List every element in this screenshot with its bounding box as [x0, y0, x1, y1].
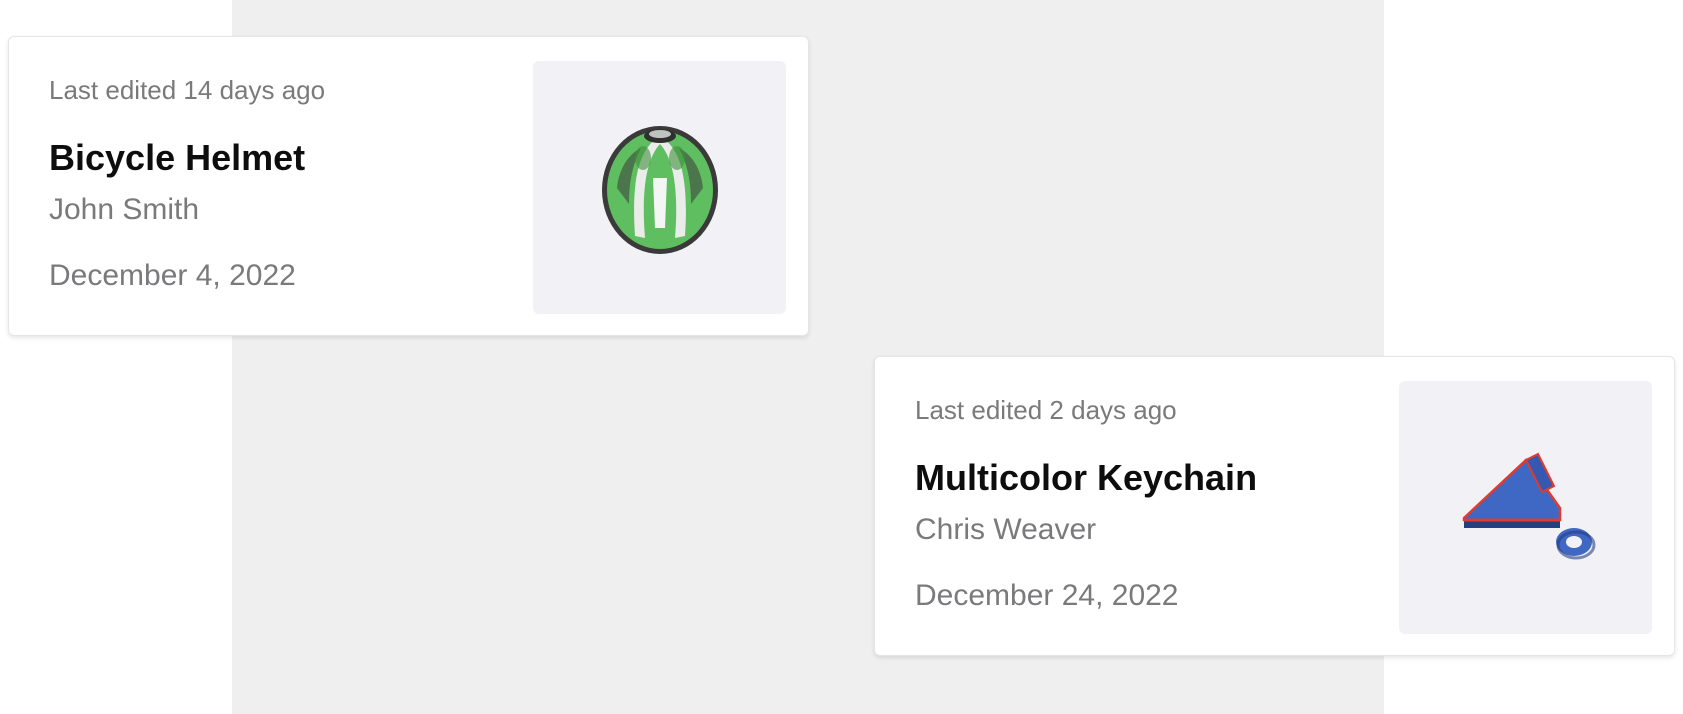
model-author: Chris Weaver: [915, 513, 1097, 546]
model-title: Bicycle Helmet: [49, 137, 306, 178]
model-thumbnail[interactable]: [533, 61, 786, 314]
model-card-multicolor-keychain[interactable]: Last edited 2 days ago Multicolor Keycha…: [874, 356, 1675, 656]
model-date: December 4, 2022: [49, 259, 296, 292]
model-card-bicycle-helmet[interactable]: Last edited 14 days ago Bicycle Helmet J…: [8, 36, 809, 336]
keychain-icon: [1462, 452, 1595, 559]
model-date: December 24, 2022: [915, 579, 1179, 612]
last-edited-label: Last edited 2 days ago: [915, 395, 1177, 425]
model-thumbnail[interactable]: [1399, 381, 1652, 634]
model-title: Multicolor Keychain: [915, 457, 1258, 498]
model-author: John Smith: [49, 193, 200, 226]
last-edited-label: Last edited 14 days ago: [49, 75, 326, 105]
bicycle-helmet-icon: [601, 125, 718, 254]
